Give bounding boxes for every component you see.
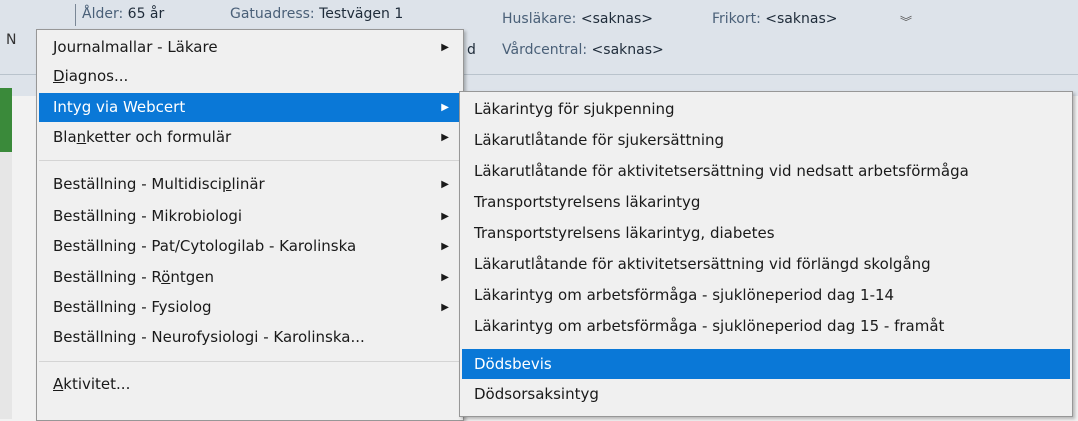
address-label: Gatuadress: <box>230 6 315 22</box>
clipped-header-char: d <box>467 42 476 58</box>
left-edge-panel <box>0 152 12 419</box>
doctor-label: Husläkare: <box>502 11 577 27</box>
menu-item-rontgen[interactable]: Beställning - Röntgen ▶ <box>39 263 461 292</box>
double-chevron-down-icon[interactable]: ︾ <box>900 13 912 30</box>
frikort-field: Frikort: <saknas> <box>712 11 837 27</box>
frikort-value: <saknas> <box>765 11 838 27</box>
submenu-item-dodsbevis[interactable]: Dödsbevis <box>462 349 1070 379</box>
context-menu: Journalmallar - Läkare ▶ Diagnos... Inty… <box>36 29 464 421</box>
header-separator <box>75 4 76 26</box>
health-center-value: <saknas> <box>591 42 664 58</box>
menu-item-multidisciplinar[interactable]: Beställning - Multidisciplinär ▶ <box>39 170 461 199</box>
submenu-arrow-icon: ▶ <box>441 42 449 53</box>
submenu-item-sjuklon-15[interactable]: Läkarintyg om arbetsförmåga - sjuklönepe… <box>462 312 1070 341</box>
menu-item-intyg-via-webcert[interactable]: Intyg via Webcert ▶ <box>39 93 461 122</box>
submenu-arrow-icon: ▶ <box>441 211 449 222</box>
menu-item-fysiolog[interactable]: Beställning - Fysiolog ▶ <box>39 293 461 322</box>
health-center-field: Vårdcentral: <saknas> <box>502 42 664 58</box>
status-bar-green <box>0 88 12 152</box>
submenu-item-aktivitetsersattning-nedsatt[interactable]: Läkarutlåtande för aktivitetsersättning … <box>462 157 1070 186</box>
menu-item-blanketter[interactable]: Blanketter och formulär ▶ <box>39 123 461 152</box>
submenu-item-dodsorsaksintyg[interactable]: Dödsorsaksintyg <box>462 380 1070 409</box>
age-value: 65 år <box>127 6 165 22</box>
submenu-arrow-icon: ▶ <box>441 272 449 283</box>
clipped-label: N <box>6 32 17 48</box>
menu-item-aktivitet[interactable]: Aktivitet... <box>39 370 461 399</box>
menu-item-pat-cytologilab[interactable]: Beställning - Pat/Cytologilab - Karolins… <box>39 232 461 261</box>
age-label: Ålder: <box>82 6 124 22</box>
address-value: Testvägen 1 <box>319 6 404 22</box>
doctor-field: Husläkare: <saknas> <box>502 11 653 27</box>
doctor-value: <saknas> <box>580 11 654 27</box>
submenu-item-sjuklon-1-14[interactable]: Läkarintyg om arbetsförmåga - sjuklönepe… <box>462 281 1070 310</box>
submenu-item-transportstyrelsen-diabetes[interactable]: Transportstyrelsens läkarintyg, diabetes <box>462 219 1070 248</box>
age-field: Ålder: 65 år <box>82 6 164 22</box>
submenu-item-sjukersattning[interactable]: Läkarutlåtande för sjukersättning <box>462 126 1070 155</box>
menu-item-journalmallar[interactable]: Journalmallar - Läkare ▶ <box>39 33 461 62</box>
menu-item-neurofysiologi[interactable]: Beställning - Neurofysiologi - Karolinsk… <box>39 323 461 352</box>
submenu-arrow-icon: ▶ <box>441 132 449 143</box>
submenu-item-sjukpenning[interactable]: Läkarintyg för sjukpenning <box>462 95 1070 124</box>
submenu-item-transportstyrelsen[interactable]: Transportstyrelsens läkarintyg <box>462 188 1070 217</box>
submenu-arrow-icon: ▶ <box>441 302 449 313</box>
frikort-label: Frikort: <box>712 11 761 27</box>
menu-separator <box>39 361 461 362</box>
webcert-submenu: Läkarintyg för sjukpenning Läkarutlåtand… <box>459 91 1073 417</box>
submenu-arrow-icon: ▶ <box>441 102 449 113</box>
address-field: Gatuadress: Testvägen 1 <box>230 6 403 22</box>
health-center-label: Vårdcentral: <box>502 42 588 58</box>
menu-separator <box>39 160 461 161</box>
menu-item-diagnos[interactable]: Diagnos... <box>39 62 461 91</box>
submenu-item-aktivitetsersattning-skolgang[interactable]: Läkarutlåtande för aktivitetsersättning … <box>462 250 1070 279</box>
submenu-arrow-icon: ▶ <box>441 241 449 252</box>
menu-item-mikrobiologi[interactable]: Beställning - Mikrobiologi ▶ <box>39 202 461 231</box>
submenu-arrow-icon: ▶ <box>441 179 449 190</box>
